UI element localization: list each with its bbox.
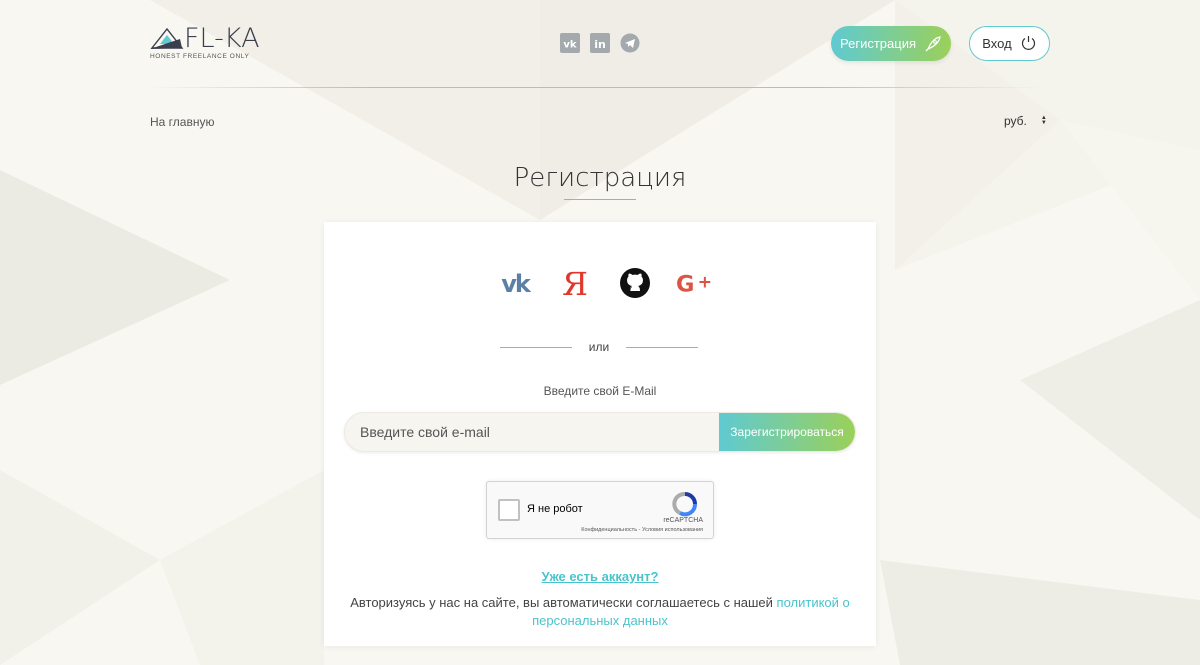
svg-text:+: +: [698, 272, 712, 292]
register-button-label: Регистрация: [840, 36, 916, 51]
telegram-icon[interactable]: [620, 33, 640, 53]
power-icon: [1021, 36, 1035, 50]
register-button[interactable]: Регистрация: [831, 26, 951, 61]
vk-icon[interactable]: vk: [496, 266, 534, 300]
logo-tagline: HONEST FREELANCE ONLY: [150, 53, 250, 60]
svg-text:vk: vk: [563, 40, 577, 51]
linkedin-icon[interactable]: in: [590, 33, 610, 53]
title-underline: [564, 199, 636, 200]
already-have-account-link[interactable]: Уже есть аккаунт?: [324, 569, 876, 584]
social-links: vk in: [560, 33, 640, 53]
rocket-icon: [925, 35, 941, 51]
registration-card: vk Я G+ или Введите свой E-Mail Зарегист…: [324, 222, 876, 646]
agreement-prefix: Авторизуясь у нас на сайте, вы автоматич…: [350, 595, 777, 610]
vk-icon[interactable]: vk: [560, 33, 580, 53]
or-label: или: [588, 340, 610, 354]
recaptcha-logo-icon: [672, 492, 697, 517]
svg-text:in: in: [594, 38, 606, 51]
recaptcha-checkbox[interactable]: [498, 499, 520, 521]
or-divider: или: [500, 340, 698, 354]
recaptcha-terms-link[interactable]: Конфиденциальность - Условия использован…: [581, 527, 703, 533]
select-arrows-icon: ▲ ▼: [1040, 115, 1047, 126]
google-plus-icon[interactable]: G +: [676, 266, 714, 300]
email-input[interactable]: [345, 413, 719, 451]
home-link[interactable]: На главную: [150, 115, 214, 129]
currency-select[interactable]: руб. ▲ ▼: [1004, 114, 1047, 128]
email-label: Введите свой E-Mail: [543, 384, 657, 398]
email-form: Зарегистрироваться: [344, 412, 856, 452]
svg-text:G: G: [676, 272, 694, 297]
agreement-text: Авторизуясь у нас на сайте, вы автоматич…: [344, 594, 856, 630]
github-icon[interactable]: [616, 266, 654, 300]
login-button-label: Вход: [982, 36, 1012, 51]
page-title: Регистрация: [513, 163, 687, 193]
recaptcha-label: Я не робот: [527, 503, 583, 515]
logo-triangle-icon: [150, 27, 184, 49]
currency-value: руб.: [1004, 114, 1027, 128]
yandex-icon[interactable]: Я: [556, 266, 594, 300]
logo-name: FL-KA: [184, 23, 260, 54]
logo[interactable]: FL-KA HONEST FREELANCE ONLY: [150, 24, 265, 62]
svg-text:vk: vk: [501, 271, 532, 295]
submit-register-button[interactable]: Зарегистрироваться: [719, 413, 855, 451]
login-button[interactable]: Вход: [969, 26, 1050, 61]
social-auth-row: vk Я G +: [496, 266, 714, 300]
header-divider: [150, 87, 1040, 88]
recaptcha-widget: Я не робот reCAPTCHA Конфиденциальность …: [486, 481, 714, 539]
svg-text:Я: Я: [563, 266, 587, 300]
recaptcha-brand: reCAPTCHA: [663, 517, 703, 524]
